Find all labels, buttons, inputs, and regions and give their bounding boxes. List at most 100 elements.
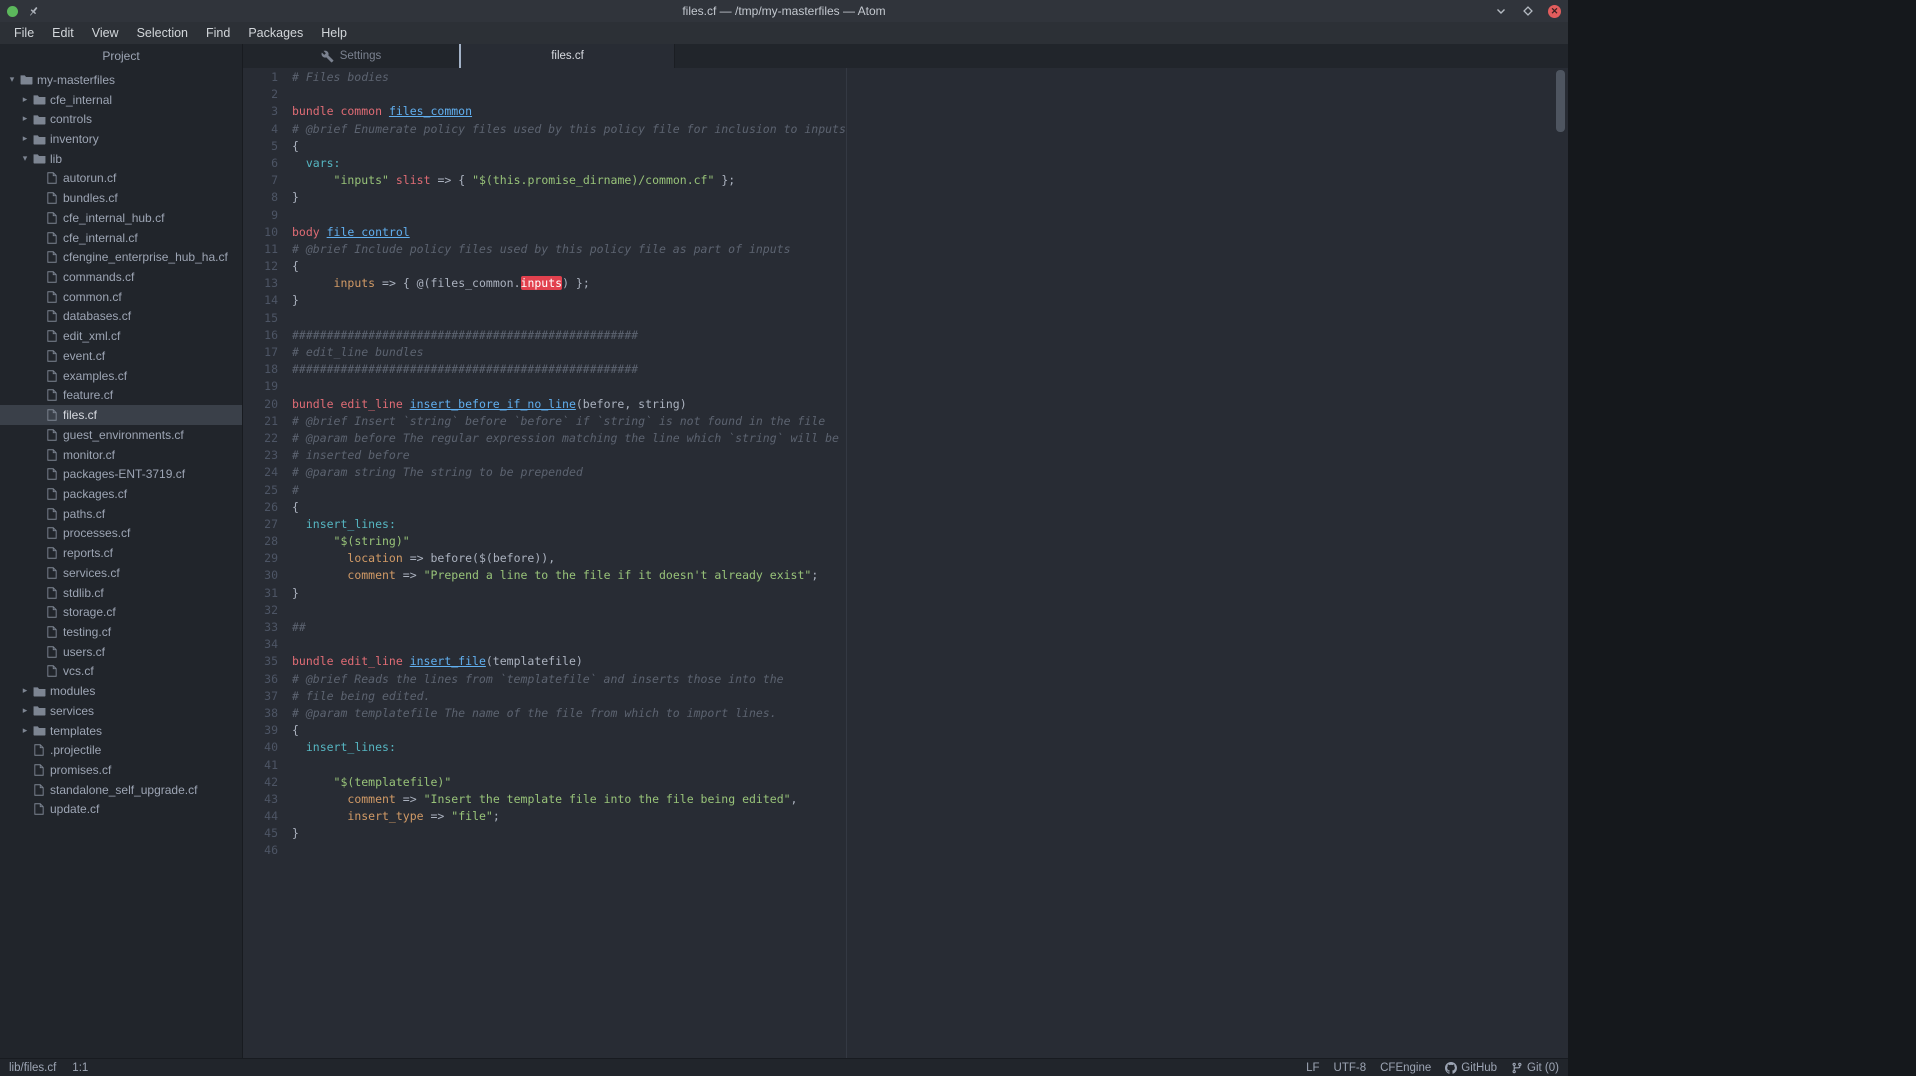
code-line[interactable]: 21# @brief Insert `string` before `befor… [243, 413, 1568, 430]
code-line[interactable]: 44 insert_type => "file"; [243, 808, 1568, 825]
tree-item-bundles.cf[interactable]: bundles.cf [0, 188, 242, 208]
line-number[interactable]: 25 [243, 482, 278, 499]
line-number[interactable]: 10 [243, 224, 278, 241]
menu-packages[interactable]: Packages [239, 24, 312, 42]
tree-item-lib[interactable]: ▾lib [0, 149, 242, 169]
tree-item-common.cf[interactable]: common.cf [0, 287, 242, 307]
line-number[interactable]: 35 [243, 653, 278, 670]
line-number[interactable]: 8 [243, 189, 278, 206]
tree-item-databases.cf[interactable]: databases.cf [0, 307, 242, 327]
close-button[interactable]: ✕ [1548, 5, 1561, 18]
code-line[interactable]: 25# [243, 482, 1568, 499]
code-line[interactable]: 4# @brief Enumerate policy files used by… [243, 121, 1568, 138]
pin-icon[interactable] [26, 4, 40, 18]
tree-item-stdlib.cf[interactable]: stdlib.cf [0, 583, 242, 603]
chevron-right-icon[interactable]: ▸ [19, 686, 31, 696]
chevron-right-icon[interactable]: ▸ [19, 114, 31, 124]
tree-item-services.cf[interactable]: services.cf [0, 563, 242, 583]
chevron-right-icon[interactable]: ▸ [19, 706, 31, 716]
code-line[interactable]: 37# file being edited. [243, 688, 1568, 705]
menu-help[interactable]: Help [312, 24, 356, 42]
tree-item-examples.cf[interactable]: examples.cf [0, 366, 242, 386]
line-number[interactable]: 27 [243, 516, 278, 533]
tree-item-testing.cf[interactable]: testing.cf [0, 622, 242, 642]
code-line[interactable]: 39{ [243, 722, 1568, 739]
code-line[interactable]: 14} [243, 292, 1568, 309]
tree-item-users.cf[interactable]: users.cf [0, 642, 242, 662]
chevron-right-icon[interactable]: ▸ [19, 726, 31, 736]
tree-item-packages-ENT-3719.cf[interactable]: packages-ENT-3719.cf [0, 464, 242, 484]
line-number[interactable]: 37 [243, 688, 278, 705]
code-line[interactable]: 1# Files bodies [243, 69, 1568, 86]
menu-selection[interactable]: Selection [128, 24, 197, 42]
code-line[interactable]: 7 "inputs" slist => { "$(this.promise_di… [243, 172, 1568, 189]
minimize-button[interactable] [1494, 4, 1508, 18]
line-number[interactable]: 43 [243, 791, 278, 808]
code-line[interactable]: 27 insert_lines: [243, 516, 1568, 533]
code-line[interactable]: 19 [243, 378, 1568, 395]
line-number[interactable]: 12 [243, 258, 278, 275]
line-number[interactable]: 34 [243, 636, 278, 653]
code-line[interactable]: 36# @brief Reads the lines from `templat… [243, 671, 1568, 688]
line-number[interactable]: 36 [243, 671, 278, 688]
code-line[interactable]: 11# @brief Include policy files used by … [243, 241, 1568, 258]
status-file-path[interactable]: lib/files.cf [9, 1062, 56, 1074]
line-number[interactable]: 16 [243, 327, 278, 344]
code-line[interactable]: 13 inputs => { @(files_common.inputs) }; [243, 275, 1568, 292]
tree-item-event.cf[interactable]: event.cf [0, 346, 242, 366]
chevron-down-icon[interactable]: ▾ [6, 75, 18, 85]
line-number[interactable]: 13 [243, 275, 278, 292]
line-number[interactable]: 18 [243, 361, 278, 378]
code-line[interactable]: 16######################################… [243, 327, 1568, 344]
tree-item-storage.cf[interactable]: storage.cf [0, 602, 242, 622]
tree-item-standalone_self_upgrade.cf[interactable]: standalone_self_upgrade.cf [0, 780, 242, 800]
tree-item-feature.cf[interactable]: feature.cf [0, 386, 242, 406]
code-line[interactable]: 32 [243, 602, 1568, 619]
line-number[interactable]: 33 [243, 619, 278, 636]
line-number[interactable]: 24 [243, 464, 278, 481]
status-grammar[interactable]: CFEngine [1380, 1062, 1431, 1074]
code-line[interactable]: 6 vars: [243, 155, 1568, 172]
tree-item-monitor.cf[interactable]: monitor.cf [0, 445, 242, 465]
tree-item-controls[interactable]: ▸controls [0, 109, 242, 129]
line-number[interactable]: 6 [243, 155, 278, 172]
tree-item-update.cf[interactable]: update.cf [0, 800, 242, 820]
chevron-down-icon[interactable]: ▾ [19, 154, 31, 164]
code-line[interactable]: 34 [243, 636, 1568, 653]
code-line[interactable]: 41 [243, 757, 1568, 774]
line-number[interactable]: 45 [243, 825, 278, 842]
line-number[interactable]: 40 [243, 739, 278, 756]
tree-item-packages.cf[interactable]: packages.cf [0, 484, 242, 504]
code-line[interactable]: 29 location => before($(before)), [243, 550, 1568, 567]
tree-item-paths.cf[interactable]: paths.cf [0, 504, 242, 524]
tree-item-templates[interactable]: ▸templates [0, 721, 242, 741]
code-line[interactable]: 2 [243, 86, 1568, 103]
line-number[interactable]: 22 [243, 430, 278, 447]
title-bar[interactable]: files.cf — /tmp/my-masterfiles — Atom ✕ [0, 0, 1568, 22]
code-line[interactable]: 31} [243, 585, 1568, 602]
line-number[interactable]: 21 [243, 413, 278, 430]
line-number[interactable]: 20 [243, 396, 278, 413]
tree-item-files.cf[interactable]: files.cf [0, 405, 242, 425]
code-line[interactable]: 42 "$(templatefile)" [243, 774, 1568, 791]
code-line[interactable]: 46 [243, 842, 1568, 859]
tree-item-vcs.cf[interactable]: vcs.cf [0, 662, 242, 682]
status-line-ending[interactable]: LF [1306, 1062, 1319, 1074]
tree-item-inventory[interactable]: ▸inventory [0, 129, 242, 149]
line-number[interactable]: 41 [243, 757, 278, 774]
line-number[interactable]: 19 [243, 378, 278, 395]
tree-item-cfengine_enterprise_hub_ha.cf[interactable]: cfengine_enterprise_hub_ha.cf [0, 247, 242, 267]
status-git[interactable]: Git (0) [1511, 1062, 1559, 1074]
line-number[interactable]: 30 [243, 567, 278, 584]
code-line[interactable]: 20bundle edit_line insert_before_if_no_l… [243, 396, 1568, 413]
line-number[interactable]: 42 [243, 774, 278, 791]
code-line[interactable]: 40 insert_lines: [243, 739, 1568, 756]
code-line[interactable]: 3bundle common files_common [243, 103, 1568, 120]
tab-files.cf[interactable]: files.cf [459, 44, 675, 68]
line-number[interactable]: 14 [243, 292, 278, 309]
chevron-right-icon[interactable]: ▸ [19, 134, 31, 144]
line-number[interactable]: 15 [243, 310, 278, 327]
atom-app-icon[interactable] [7, 6, 18, 17]
code-line[interactable]: 26{ [243, 499, 1568, 516]
code-line[interactable]: 24# @param string The string to be prepe… [243, 464, 1568, 481]
